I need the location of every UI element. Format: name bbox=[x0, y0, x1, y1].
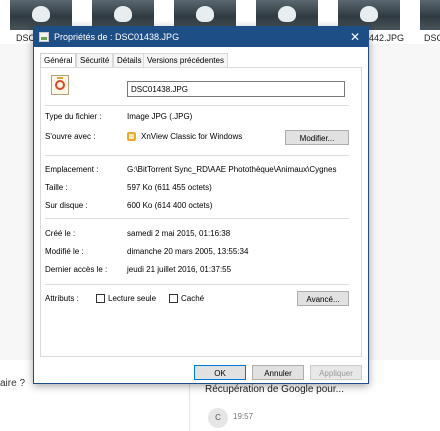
cancel-button[interactable]: Annuler bbox=[252, 365, 304, 380]
readonly-label[interactable]: Lecture seule bbox=[108, 294, 156, 303]
tab-security[interactable]: Sécurité bbox=[76, 53, 114, 68]
location-label: Emplacement : bbox=[45, 165, 99, 174]
filename-field[interactable] bbox=[127, 81, 345, 97]
readonly-checkbox[interactable] bbox=[96, 294, 105, 303]
size-on-disk-label: Sur disque : bbox=[45, 201, 88, 210]
photo-thumbnail[interactable] bbox=[420, 0, 440, 30]
tab-details[interactable]: Détails bbox=[113, 53, 146, 68]
file-type-value: Image JPG (.JPG) bbox=[127, 112, 193, 121]
size-on-disk-value: 600 Ko (614 400 octets) bbox=[127, 201, 213, 210]
attributes-label: Attributs : bbox=[45, 294, 79, 303]
background-question-text: aire ? bbox=[0, 378, 26, 389]
general-panel: Type du fichier : Image JPG (.JPG) S'ouv… bbox=[40, 67, 362, 357]
hidden-checkbox[interactable] bbox=[169, 294, 178, 303]
ok-button[interactable]: OK bbox=[194, 365, 246, 380]
change-button[interactable]: Modifier... bbox=[285, 130, 349, 145]
modified-label: Modifié le : bbox=[45, 247, 84, 256]
modified-value: dimanche 20 mars 2005, 13:55:34 bbox=[127, 247, 249, 256]
accessed-value: jeudi 21 juillet 2016, 01:37:55 bbox=[127, 265, 232, 274]
size-label: Taille : bbox=[45, 183, 68, 192]
jpg-file-icon bbox=[51, 75, 69, 95]
hidden-label[interactable]: Caché bbox=[181, 294, 204, 303]
avatar: C bbox=[208, 408, 228, 428]
thumbnail-label: DSC bbox=[424, 33, 440, 43]
dialog-title: Propriétés de : DSC01438.JPG bbox=[54, 32, 180, 42]
divider bbox=[45, 105, 349, 106]
opens-with-label: S'ouvre avec : bbox=[45, 132, 96, 141]
xnview-app-icon bbox=[127, 132, 136, 141]
created-label: Créé le : bbox=[45, 229, 76, 238]
accessed-label: Dernier accès le : bbox=[45, 265, 108, 274]
divider bbox=[45, 218, 349, 219]
size-value: 597 Ko (611 455 octets) bbox=[127, 183, 212, 192]
opens-with-value: XnView Classic for Windows bbox=[141, 132, 243, 141]
close-icon[interactable]: ✕ bbox=[350, 30, 360, 44]
chat-message-text[interactable]: Récupération de Google pour... bbox=[205, 384, 344, 395]
dialog-titlebar[interactable]: Propriétés de : DSC01438.JPG ✕ bbox=[34, 27, 368, 47]
properties-dialog: Propriétés de : DSC01438.JPG ✕ Général S… bbox=[33, 26, 369, 384]
divider bbox=[45, 155, 349, 156]
location-value: G:\BitTorrent Sync_RD\AAE Photothèque\An… bbox=[127, 165, 337, 174]
apply-button[interactable]: Appliquer bbox=[310, 365, 362, 380]
tab-previous-versions[interactable]: Versions précédentes bbox=[143, 53, 228, 68]
file-type-label: Type du fichier : bbox=[45, 112, 102, 121]
thumbnail-label: 442.JPG bbox=[369, 33, 405, 43]
divider bbox=[45, 284, 349, 285]
created-value: samedi 2 mai 2015, 01:16:38 bbox=[127, 229, 231, 238]
advanced-button[interactable]: Avancé... bbox=[297, 291, 349, 306]
file-properties-icon bbox=[39, 32, 49, 42]
message-timestamp: 19:57 bbox=[233, 412, 254, 421]
